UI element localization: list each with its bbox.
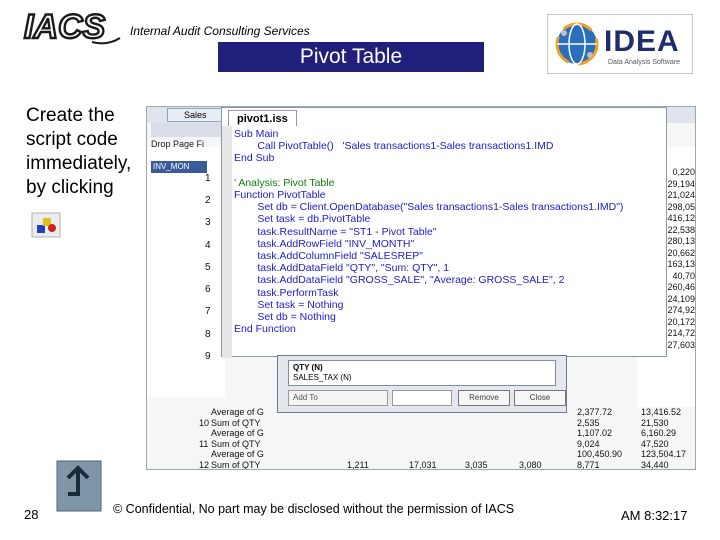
- idea-wordmark: IDEA: [604, 25, 680, 58]
- code-line: task.AddDataField "GROSS_SALE", "Average…: [234, 274, 565, 287]
- list-item[interactable]: QTY (N): [293, 363, 551, 373]
- row-number: 5: [205, 262, 211, 273]
- code-line: Sub Main: [234, 128, 279, 140]
- code-line: Set task = Nothing: [234, 298, 344, 311]
- add-to-field[interactable]: Add To: [288, 390, 388, 406]
- row-number: 4: [205, 240, 211, 251]
- idea-subtitle: Data Analysis Software: [608, 59, 680, 66]
- code-line: task.PerformTask: [234, 286, 339, 299]
- row-label: Sum of QTY: [211, 459, 261, 470]
- code-line: Function PivotTable: [234, 189, 326, 202]
- table-row: Average of G 2,377.72 13,416.52: [147, 407, 695, 418]
- row-number: 9: [205, 351, 211, 362]
- add-to-combo[interactable]: [392, 390, 452, 406]
- cell-value: 2,535: [577, 417, 600, 428]
- field-list-dialog: QTY (N) SALES_TAX (N) Add To Remove Clos…: [277, 355, 567, 413]
- cell-value: 3,035: [465, 459, 488, 470]
- table-row: 11 Sum of QTY 9,024 47,520: [147, 438, 695, 450]
- field-listbox[interactable]: QTY (N) SALES_TAX (N): [288, 360, 556, 386]
- code-line: End Sub: [234, 152, 275, 165]
- cell-value: 13,416.52: [641, 407, 682, 417]
- cell-value: 3,080: [519, 459, 542, 470]
- toolbar: [151, 123, 221, 137]
- code-line: ' Analysis: Pivot Table: [234, 176, 335, 189]
- confidential-notice: © Confidential, No part may be disclosed…: [113, 502, 515, 516]
- return-arrow-button[interactable]: [56, 460, 102, 512]
- row-label: Average of G: [211, 428, 264, 438]
- row-number: 3: [205, 217, 211, 228]
- globe-icon: [555, 22, 599, 66]
- cell-value: 47,520: [641, 438, 669, 449]
- code-line: task.AddColumnField "SALESREP": [234, 250, 423, 263]
- iacs-logo: IACS: [23, 8, 121, 47]
- code-line: task.AddRowField "INV_MONTH": [234, 237, 415, 250]
- cell-value: 8,771: [577, 459, 600, 470]
- cell-value: 11: [199, 438, 209, 449]
- cell-value: 17,031: [409, 459, 437, 470]
- tagline: Internal Audit Consulting Services: [130, 24, 310, 38]
- cell-value: 123,504.17: [641, 449, 687, 459]
- cell-value: 10: [199, 417, 210, 428]
- cell-value: 34,440: [641, 459, 669, 470]
- code-line: Set db = Client.OpenDatabase("Sales tran…: [234, 201, 624, 214]
- svg-text:IACS: IACS: [24, 8, 106, 46]
- cell-value: 1,211: [347, 459, 369, 470]
- row-number: 8: [205, 329, 211, 340]
- row-number: 1: [205, 173, 211, 184]
- drop-page-label: Drop Page Fi: [151, 139, 205, 149]
- pivot-bottom-rows: Average of G 2,377.72 13,416.52 10 Sum of QT…: [147, 407, 695, 470]
- row-field-inv-month[interactable]: INV_MON: [151, 161, 207, 173]
- remove-button[interactable]: Remove: [458, 390, 510, 406]
- table-row: Average of G 100,450.90 123,504.17: [147, 449, 695, 460]
- table-row: Average of G 1,107.02 6,160.29: [147, 428, 695, 439]
- code-line: Set db = Nothing: [234, 311, 336, 324]
- close-button[interactable]: Close: [514, 390, 566, 406]
- tab-sales[interactable]: Sales: [167, 108, 227, 122]
- row-number: 2: [205, 195, 211, 206]
- cell-value: 6,160.29: [641, 428, 677, 438]
- pivot-table-button-icon[interactable]: [31, 212, 61, 238]
- script-editor-window: pivot1.iss Sub Main Call PivotTable() 'S…: [221, 107, 667, 358]
- script-code[interactable]: Sub Main Call PivotTable() 'Sales transa…: [234, 128, 623, 335]
- list-item[interactable]: SALES_TAX (N): [293, 373, 551, 383]
- row-number: 6: [205, 284, 211, 295]
- row-label: Average of G: [211, 407, 264, 417]
- code-line: task.AddDataField "QTY", "Sum: QTY", 1: [234, 262, 450, 275]
- slide-number: 28: [24, 507, 39, 522]
- instruction-text: Create the script code immediately, by c…: [26, 105, 132, 198]
- editor-gutter: [222, 126, 232, 358]
- code-line: End Function: [234, 323, 296, 336]
- cell-value: 100,450.90: [577, 449, 623, 459]
- idea-screenshot: Sales Drop Page Fi INV_MON 123456789 0,2…: [146, 106, 696, 470]
- row-label: Average of G: [211, 449, 264, 459]
- cell-value: 12: [199, 459, 210, 470]
- row-number: 7: [205, 306, 211, 317]
- code-line: Call PivotTable() 'Sales transactions1-S…: [234, 140, 554, 153]
- row-label: Sum of QTY: [211, 417, 261, 428]
- code-line: Set task = db.PivotTable: [234, 213, 371, 226]
- cell-value: 2,377.72: [577, 407, 613, 417]
- table-row: 10 Sum of QTY 2,535 21,530: [147, 417, 695, 429]
- editor-tab[interactable]: pivot1.iss: [228, 110, 297, 126]
- cell-value: 1,107.02: [577, 428, 613, 438]
- code-line: task.ResultName = "ST1 - Pivot Table": [234, 225, 437, 238]
- idea-logo: IDEA Data Analysis Software: [547, 14, 693, 74]
- table-row: 12 Sum of QTY 1,211 17,031 3,035 3,080 8,771 34…: [147, 459, 695, 470]
- cell-value: 21,530: [641, 417, 669, 428]
- cell-value: 9,024: [577, 438, 600, 449]
- page-title: Pivot Table: [218, 42, 484, 72]
- row-label: Sum of QTY: [211, 438, 261, 449]
- timestamp: AM 8:32:17: [621, 508, 688, 523]
